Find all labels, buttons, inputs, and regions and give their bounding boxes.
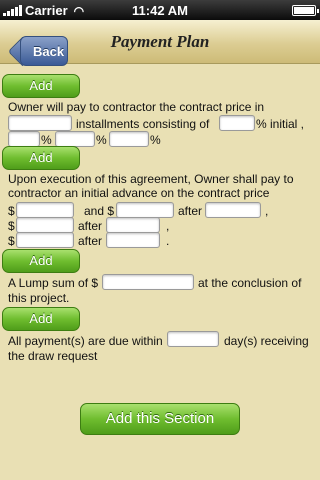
- and-dollar-label: and $: [84, 204, 115, 218]
- section2-line2: contractor an initial advance on the con…: [8, 186, 270, 200]
- add-button-3[interactable]: Add: [2, 249, 80, 273]
- battery-icon: [292, 5, 319, 16]
- advance-amount-field[interactable]: [16, 202, 74, 218]
- percent-initial-label: % initial ,: [256, 117, 305, 131]
- comma-label-1: ,: [265, 204, 269, 218]
- add-this-section-button[interactable]: Add this Section: [80, 403, 240, 435]
- status-time: 11:42 AM: [132, 3, 188, 18]
- comma-label-2: ,: [166, 219, 170, 233]
- period-label: .: [166, 234, 170, 248]
- percent-field-3[interactable]: [109, 131, 149, 147]
- back-button[interactable]: Back: [20, 36, 68, 66]
- installments-count-field[interactable]: [8, 115, 72, 131]
- after-field-1[interactable]: [205, 202, 261, 218]
- percent-label-3: %: [150, 133, 161, 147]
- initial-percent-field[interactable]: [219, 115, 255, 131]
- add-button-2[interactable]: Add: [2, 146, 80, 170]
- conclusion-label: at the conclusion of: [198, 276, 302, 290]
- dollar-label-2: $: [8, 219, 15, 233]
- payment-amount-field-3[interactable]: [16, 232, 74, 248]
- payment-amount-field-2[interactable]: [16, 217, 74, 233]
- due-days-field[interactable]: [167, 331, 219, 347]
- percent-label-1: %: [41, 133, 52, 147]
- section1-line1: Owner will pay to contractor the contrac…: [8, 100, 265, 114]
- after-label-3: after: [78, 234, 103, 248]
- this-project-label: this project.: [8, 291, 70, 305]
- lump-sum-field[interactable]: [102, 274, 194, 290]
- status-bar: Carrier ◠ 11:42 AM: [0, 0, 320, 20]
- after-field-3[interactable]: [106, 232, 160, 248]
- days-receiving-label: day(s) receiving: [224, 334, 309, 348]
- percent-field-2[interactable]: [55, 131, 95, 147]
- after-label-1: after: [178, 204, 203, 218]
- lump-sum-label: A Lump sum of $: [8, 276, 99, 290]
- due-within-label: All payment(s) are due within: [8, 334, 163, 348]
- add-button-4[interactable]: Add: [2, 307, 80, 331]
- percent-field-1[interactable]: [8, 131, 40, 147]
- dollar-label-3: $: [8, 234, 15, 248]
- section2-line1: Upon execution of this agreement, Owner …: [8, 172, 294, 186]
- installments-label: installments consisting of: [76, 117, 210, 131]
- after-label-2: after: [78, 219, 103, 233]
- after-field-2[interactable]: [106, 217, 160, 233]
- percent-label-2: %: [96, 133, 107, 147]
- add-button-1[interactable]: Add: [2, 74, 80, 98]
- payment-amount-field-1[interactable]: [116, 202, 174, 218]
- draw-request-label: the draw request: [8, 349, 98, 363]
- dollar-label-1: $: [8, 204, 15, 218]
